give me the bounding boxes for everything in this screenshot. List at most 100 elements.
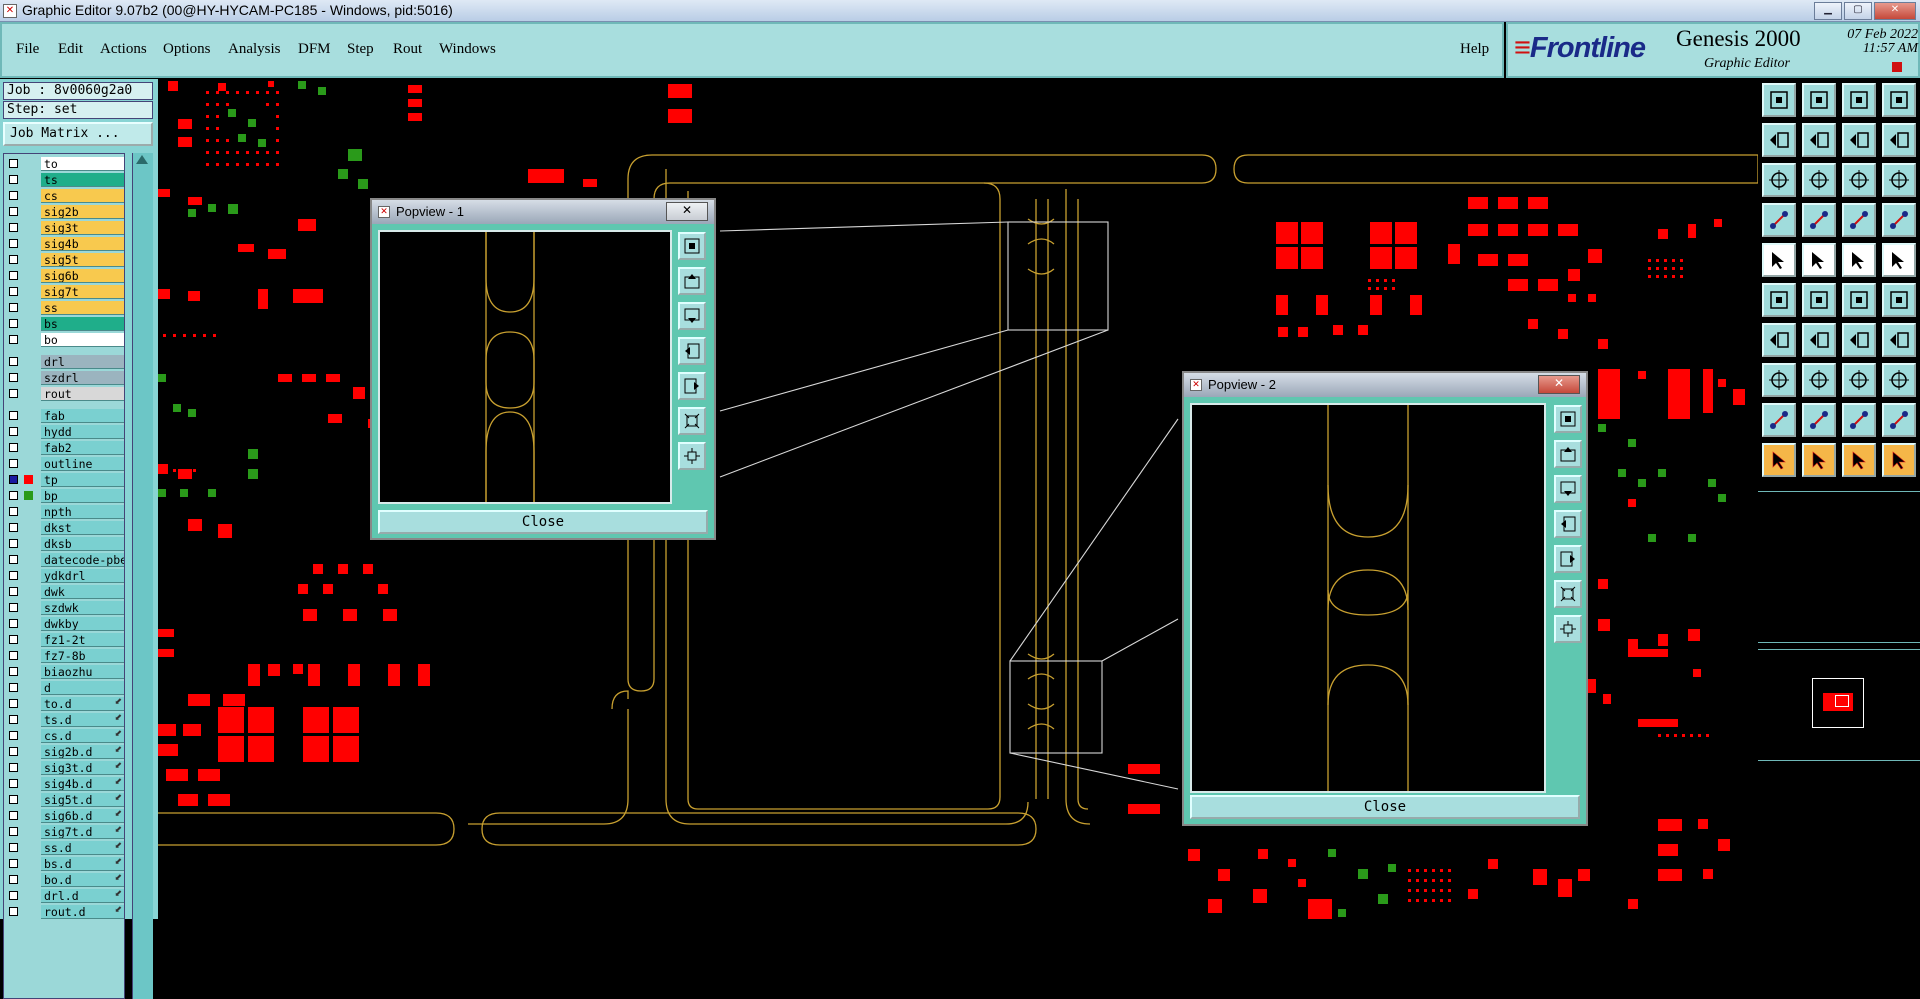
- layer-row[interactable]: sig6b.d ⬋: [4, 808, 124, 823]
- menu-options[interactable]: Options: [163, 41, 211, 58]
- layer-name[interactable]: sig5t.d: [41, 793, 124, 807]
- layer-checkbox[interactable]: [9, 747, 18, 756]
- layer-row[interactable]: fab2: [4, 440, 124, 455]
- layer-row[interactable]: to: [4, 156, 124, 171]
- pan-left-icon[interactable]: [678, 337, 706, 365]
- text-icon[interactable]: [1882, 323, 1916, 357]
- layer-name[interactable]: cs: [41, 189, 124, 203]
- shape-icon[interactable]: [1882, 403, 1916, 437]
- fit-icon[interactable]: [1762, 163, 1796, 197]
- layer-row[interactable]: sig2b: [4, 204, 124, 219]
- pan-down-icon[interactable]: [1554, 475, 1582, 503]
- layer-name[interactable]: fab: [41, 409, 124, 423]
- layer-row[interactable]: sig7t: [4, 284, 124, 299]
- layer-row[interactable]: ts: [4, 172, 124, 187]
- layer-checkbox[interactable]: [9, 427, 18, 436]
- probe-icon[interactable]: [1882, 283, 1916, 317]
- layer-checkbox[interactable]: [9, 357, 18, 366]
- menu-dfm[interactable]: DFM: [298, 41, 331, 58]
- layer-name[interactable]: dkst: [41, 521, 124, 535]
- center-icon[interactable]: [1802, 163, 1836, 197]
- job-matrix-button[interactable]: Job Matrix ...: [3, 122, 153, 146]
- pan-right-icon[interactable]: [678, 372, 706, 400]
- arc-icon[interactable]: [1842, 323, 1876, 357]
- layer-row[interactable]: fz7-8b: [4, 648, 124, 663]
- layer-name[interactable]: sig3t.d: [41, 761, 124, 775]
- layer-name[interactable]: ts.d: [41, 713, 124, 727]
- layer-checkbox[interactable]: [9, 731, 18, 740]
- layer-checkbox[interactable]: [9, 255, 18, 264]
- layer-name[interactable]: sig5t: [41, 253, 124, 267]
- layer-row[interactable]: sig2b.d ⬋: [4, 744, 124, 759]
- layer-checkbox[interactable]: [9, 795, 18, 804]
- layer-checkbox[interactable]: [9, 635, 18, 644]
- layer-checkbox[interactable]: [9, 843, 18, 852]
- layer-list[interactable]: to ts cs sig2b sig3t sig4b sig5t sig6b sig7t ss bs…: [3, 153, 125, 999]
- layer-name[interactable]: bp: [41, 489, 124, 503]
- layer-checkbox[interactable]: [9, 699, 18, 708]
- layer-row[interactable]: ss.d ⬋: [4, 840, 124, 855]
- layer-name[interactable]: szdrl: [41, 371, 124, 385]
- layer-checkbox[interactable]: [9, 763, 18, 772]
- layer-checkbox[interactable]: [9, 159, 18, 168]
- circle-icon[interactable]: [1882, 243, 1916, 277]
- layer-checkbox[interactable]: [9, 539, 18, 548]
- overview-viewport[interactable]: [1835, 695, 1849, 707]
- maximize-icon[interactable]: ▢: [1844, 2, 1872, 20]
- pick-icon[interactable]: [1802, 443, 1836, 477]
- layer-row[interactable]: sig3t: [4, 220, 124, 235]
- close-icon[interactable]: ✕: [1538, 375, 1580, 394]
- layer-name[interactable]: sig2b: [41, 205, 124, 219]
- layer-row[interactable]: bp: [4, 488, 124, 503]
- xy-icon[interactable]: [1882, 443, 1916, 477]
- zoom-out-icon[interactable]: [678, 442, 706, 470]
- line-icon[interactable]: [1762, 323, 1796, 357]
- connect-icon[interactable]: [1762, 283, 1796, 317]
- layer-row[interactable]: bo.d ⬋: [4, 872, 124, 887]
- scale-1-2-icon[interactable]: [1842, 163, 1876, 197]
- layer-name[interactable]: tp: [41, 473, 124, 487]
- layer-row[interactable]: bo: [4, 332, 124, 347]
- menu-actions[interactable]: Actions: [100, 41, 147, 58]
- layer-row[interactable]: sig7t.d ⬋: [4, 824, 124, 839]
- overview-panel[interactable]: [1758, 649, 1920, 761]
- group-icon[interactable]: [1882, 363, 1916, 397]
- scroll-up-icon[interactable]: [136, 155, 148, 164]
- layer-row[interactable]: dkst: [4, 520, 124, 535]
- layer-checkbox[interactable]: [9, 319, 18, 328]
- pointer-icon[interactable]: [1842, 443, 1876, 477]
- layer-row[interactable]: dwk: [4, 584, 124, 599]
- layer-checkbox[interactable]: [9, 651, 18, 660]
- layer-row[interactable]: cs.d ⬋: [4, 728, 124, 743]
- popview-1-window[interactable]: ✕ Popview - 1 ✕ Close: [370, 198, 716, 540]
- layer-checkbox[interactable]: [9, 715, 18, 724]
- polygon-icon[interactable]: [1802, 403, 1836, 437]
- layer-name[interactable]: sig6b.d: [41, 809, 124, 823]
- popview-2-window[interactable]: ✕ Popview - 2 ✕ Close: [1182, 371, 1588, 826]
- zoom-window-icon[interactable]: [678, 232, 706, 260]
- layer-row[interactable]: ss: [4, 300, 124, 315]
- popview-1-viewport[interactable]: [378, 230, 672, 504]
- layer-checkbox[interactable]: [9, 207, 18, 216]
- layer-row[interactable]: to.d ⬋: [4, 696, 124, 711]
- layer-checkbox[interactable]: [9, 507, 18, 516]
- layer-row[interactable]: sig5t: [4, 252, 124, 267]
- layer-row[interactable]: dwkby: [4, 616, 124, 631]
- pan-up-icon[interactable]: [678, 267, 706, 295]
- measure-icon[interactable]: [1762, 203, 1796, 237]
- layer-checkbox[interactable]: [9, 827, 18, 836]
- select-icon[interactable]: [1762, 443, 1796, 477]
- layer-name[interactable]: drl.d: [41, 889, 124, 903]
- minus-icon[interactable]: [1802, 363, 1836, 397]
- layer-checkbox[interactable]: [9, 459, 18, 468]
- layer-name[interactable]: ts: [41, 173, 124, 187]
- pan-right-icon[interactable]: [1554, 545, 1582, 573]
- layer-row[interactable]: sig3t.d ⬋: [4, 760, 124, 775]
- popview-1-titlebar[interactable]: ✕ Popview - 1 ✕: [372, 200, 714, 224]
- layer-checkbox[interactable]: [9, 491, 18, 500]
- layer-row[interactable]: datecode-pbe: [4, 552, 124, 567]
- layer-name[interactable]: datecode-pbe: [41, 553, 124, 567]
- layer-checkbox[interactable]: [9, 239, 18, 248]
- layer-name[interactable]: to: [41, 157, 124, 171]
- layer-name[interactable]: szdwk: [41, 601, 124, 615]
